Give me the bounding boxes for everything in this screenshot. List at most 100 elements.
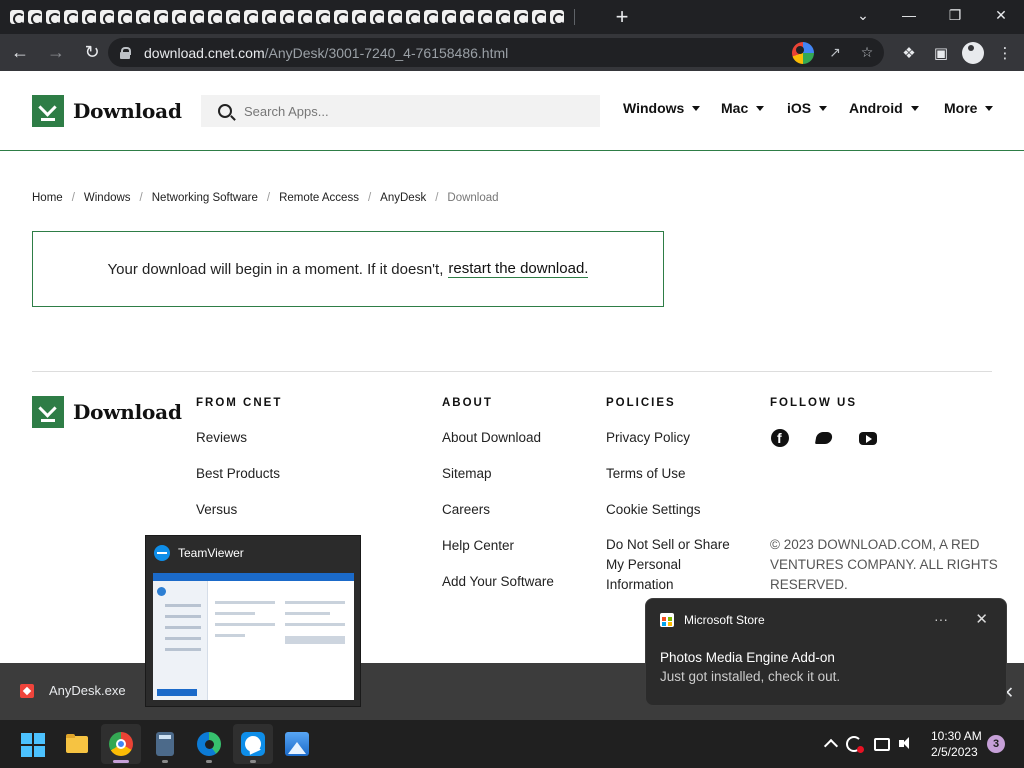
browser-tab[interactable] [134,0,152,34]
photos-icon[interactable] [285,732,309,756]
breadcrumb-networking-software[interactable]: Networking Software [152,192,258,204]
start-icon[interactable] [21,733,45,757]
footer-link-careers[interactable]: Careers [442,502,490,517]
breadcrumb-remote-access[interactable]: Remote Access [279,192,359,204]
reload-button[interactable]: ↻ [76,37,108,69]
browser-tab[interactable] [80,0,98,34]
browser-tab[interactable] [98,0,116,34]
footer-link-privacy-policy[interactable]: Privacy Policy [606,430,690,445]
browser-tab[interactable] [350,0,368,34]
window-preview[interactable] [153,573,354,700]
download-logo-icon [32,396,64,428]
close-window-button[interactable]: ✕ [978,0,1024,30]
side-panel-icon[interactable]: ▣ [930,42,952,64]
restore-button[interactable]: ❐ [932,0,978,30]
footer-link-reviews[interactable]: Reviews [196,430,247,445]
breadcrumb-windows[interactable]: Windows [84,192,131,204]
bookmark-star-icon[interactable]: ☆ [856,42,878,64]
nav-android[interactable]: Android [849,100,919,116]
footer-link-sitemap[interactable]: Sitemap [442,466,492,481]
browser-tab[interactable] [476,0,494,34]
menu-kebab-icon[interactable]: ⋮ [994,42,1016,64]
windows-toast-notification[interactable]: Microsoft Store ··· ✕ Photos Media Engin… [645,598,1007,706]
browser-tab[interactable] [386,0,404,34]
browser-tab[interactable] [422,0,440,34]
search-icon[interactable] [218,104,232,118]
youtube-icon[interactable] [859,429,877,447]
tab-search-button[interactable]: ⌄ [840,0,886,30]
volume-icon[interactable] [899,736,915,752]
minimize-button[interactable]: — [886,0,932,30]
browser-tab[interactable] [224,0,242,34]
tab-separator [574,9,575,25]
url-text[interactable]: download.cnet.com/AnyDesk/3001-7240_4-76… [144,45,508,61]
nav-windows[interactable]: Windows [623,100,701,116]
browser-tab[interactable] [8,0,26,34]
footer-link-do-not-sell[interactable]: Do Not Sell or Share My Personal Informa… [606,535,746,595]
search-box[interactable] [201,95,600,127]
browser-tab[interactable] [26,0,44,34]
browser-tab[interactable] [116,0,134,34]
browser-tab[interactable] [440,0,458,34]
facebook-icon[interactable] [771,429,789,447]
browser-tab[interactable] [530,0,548,34]
lock-icon[interactable] [120,46,131,59]
search-input[interactable] [244,103,584,119]
footer-link-help-center[interactable]: Help Center [442,538,514,553]
browser-tab[interactable] [206,0,224,34]
browser-tab[interactable] [278,0,296,34]
browser-tab[interactable] [62,0,80,34]
nav-label: Mac [721,100,749,116]
footer-link-terms-of-use[interactable]: Terms of Use [606,466,686,481]
back-button[interactable]: ← [4,37,36,69]
footer-link-versus[interactable]: Versus [196,502,237,517]
show-hidden-icons-chevron-icon[interactable] [823,736,839,752]
browser-tab[interactable] [404,0,422,34]
edge-icon[interactable] [197,732,221,756]
footer-logo[interactable]: Download [32,396,182,428]
profile-icon[interactable] [962,41,984,64]
breadcrumb-home[interactable]: Home [32,192,63,204]
nav-ios[interactable]: iOS [787,100,828,116]
footer-link-add-your-software[interactable]: Add Your Software [442,574,554,589]
nav-more[interactable]: More [944,100,994,116]
share-icon[interactable]: ↗ [824,42,846,64]
browser-tab[interactable] [332,0,350,34]
footer-link-cookie-settings[interactable]: Cookie Settings [606,502,701,517]
footer-link-best-products[interactable]: Best Products [196,466,280,481]
browser-tab[interactable] [494,0,512,34]
network-icon[interactable] [874,738,890,751]
browser-tab[interactable] [512,0,530,34]
breadcrumb-anydesk[interactable]: AnyDesk [380,192,426,204]
browser-tab[interactable] [260,0,278,34]
restart-download-link[interactable]: restart the download. [448,260,589,278]
browser-tab[interactable] [152,0,170,34]
browser-tab[interactable] [170,0,188,34]
system-clock[interactable]: 10:30 AM 2/5/2023 [931,728,982,760]
more-options-icon[interactable]: ··· [934,611,948,627]
nav-mac[interactable]: Mac [721,100,765,116]
browser-tab[interactable] [368,0,386,34]
chrome-icon[interactable] [109,732,133,756]
google-lens-icon[interactable] [792,41,814,64]
browser-tab[interactable] [458,0,476,34]
browser-tab[interactable] [44,0,62,34]
forward-button[interactable]: → [40,37,72,69]
calculator-icon[interactable] [153,732,177,756]
twitter-icon[interactable] [815,429,833,447]
browser-tab[interactable] [314,0,332,34]
extensions-puzzle-icon[interactable]: ❖ [898,42,920,64]
browser-tab[interactable] [188,0,206,34]
teamviewer-thumbnail-popup[interactable]: TeamViewer [145,535,361,707]
address-bar[interactable]: download.cnet.com/AnyDesk/3001-7240_4-76… [108,38,884,67]
browser-tab[interactable] [548,0,566,34]
toast-close-button[interactable]: ✕ [975,610,988,628]
site-logo[interactable]: Download [32,95,182,127]
footer-link-about-download[interactable]: About Download [442,430,541,445]
notification-count-badge[interactable]: 3 [987,735,1005,753]
file-explorer-icon[interactable] [65,732,89,756]
browser-tab[interactable] [296,0,314,34]
browser-tab[interactable] [242,0,260,34]
download-item[interactable]: AnyDesk.exe [20,683,126,698]
new-tab-button[interactable]: + [605,0,639,34]
